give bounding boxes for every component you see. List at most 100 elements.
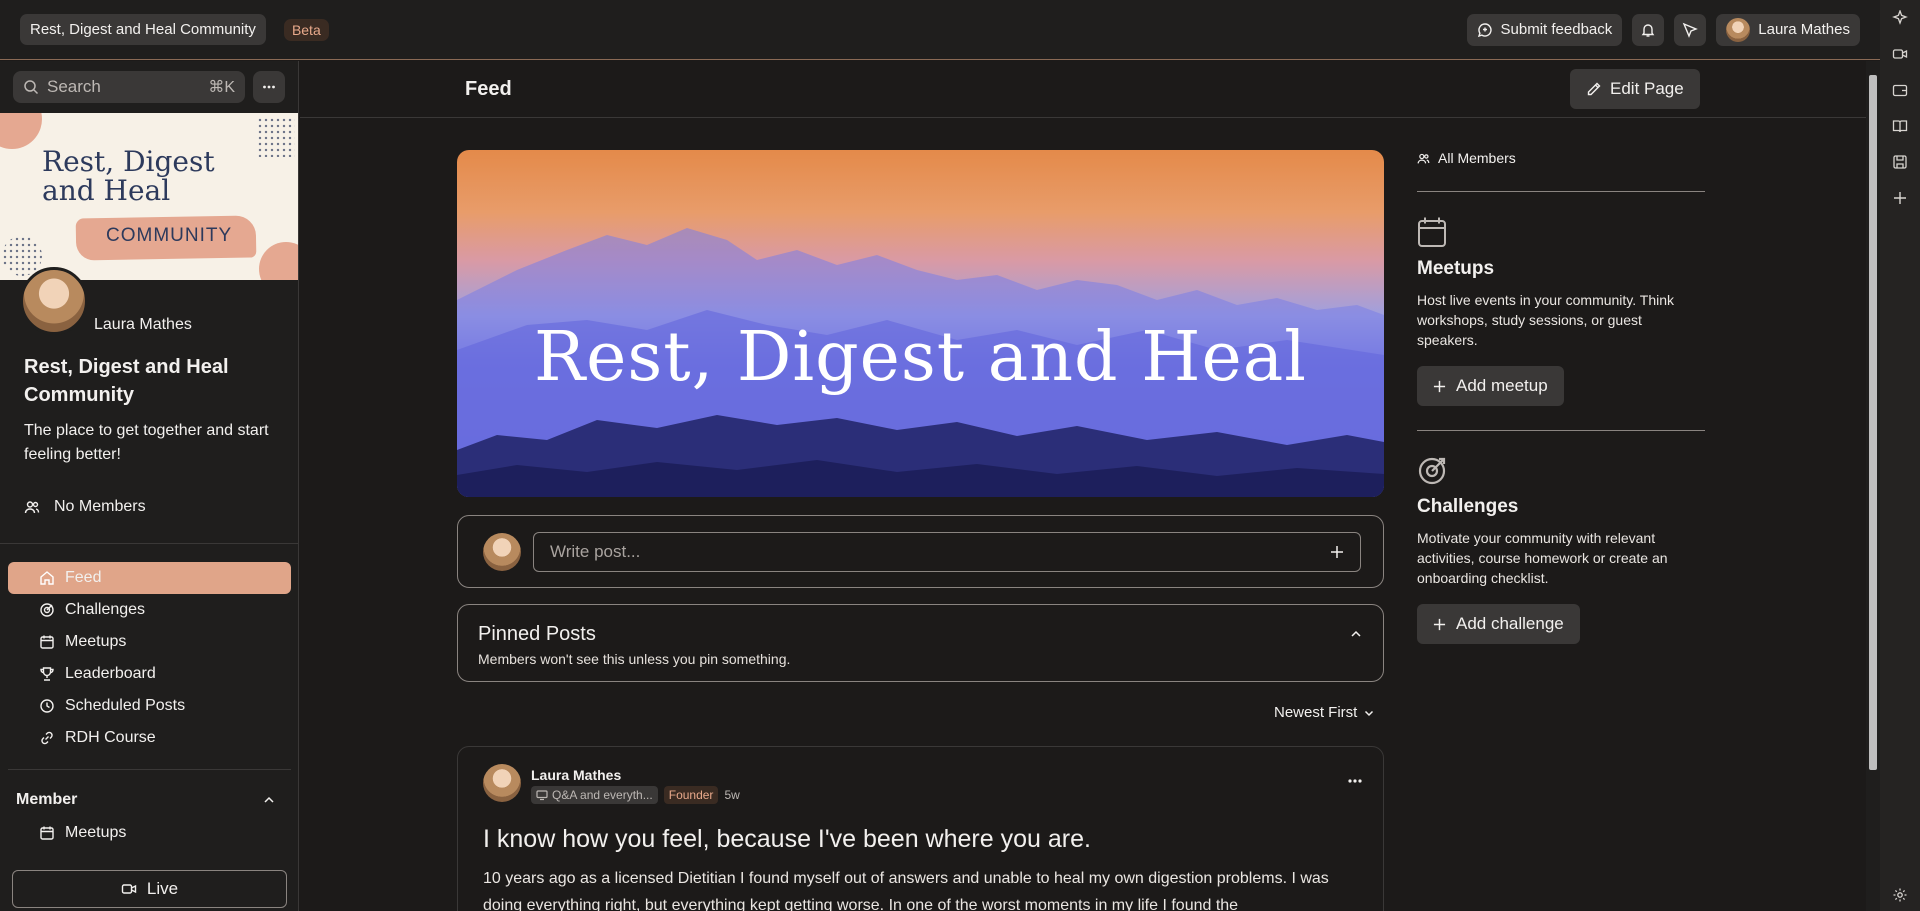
save-icon[interactable] [1890, 152, 1910, 172]
post-card[interactable]: Laura Mathes Q&A and everyth... Founder … [457, 746, 1384, 911]
meetups-description: Host live events in your community. Thin… [1417, 292, 1675, 348]
write-post-placeholder: Write post... [550, 542, 641, 561]
community-switcher[interactable]: Rest, Digest and Heal Community [20, 14, 266, 45]
live-label: Live [146, 879, 179, 898]
sidebar-item-scheduled-posts[interactable]: Scheduled Posts [8, 690, 291, 722]
sidebar-item-feed[interactable]: Feed [8, 562, 291, 594]
search-placeholder: Search [47, 77, 101, 96]
plus-icon[interactable] [1890, 188, 1910, 208]
sort-dropdown[interactable]: Newest First [1274, 704, 1375, 721]
top-bar-actions: Submit feedback Laura Mathes [1466, 13, 1860, 46]
add-meetup-button[interactable]: Add meetup [1417, 366, 1564, 406]
avatar [1726, 17, 1751, 42]
page-title: Feed [465, 78, 512, 100]
search-input[interactable]: Search ⌘K [13, 71, 245, 103]
post-body: 10 years ago as a licensed Dietitian I f… [483, 870, 1329, 911]
post-category-label: Q&A and everyth... [552, 788, 653, 802]
plus-icon [1433, 618, 1446, 631]
user-menu-button[interactable]: Laura Mathes [1716, 13, 1860, 46]
search-shortcut: ⌘K [208, 79, 235, 96]
chevron-up-icon[interactable] [1349, 627, 1363, 641]
users-icon [24, 499, 40, 515]
ellipsis-icon[interactable] [1347, 773, 1363, 789]
challenges-description: Motivate your community with relevant ac… [1417, 530, 1668, 586]
founder-badge: Founder [663, 786, 719, 804]
submit-feedback-label: Submit feedback [1500, 21, 1613, 38]
divider [8, 769, 291, 770]
community-title: Rest, Digest and Heal Community [24, 356, 229, 406]
sidebar-top: Search ⌘K [0, 61, 298, 113]
target-icon [39, 602, 55, 618]
add-challenge-button[interactable]: Add challenge [1417, 604, 1580, 644]
post-meta: Q&A and everyth... Founder 5w [531, 786, 740, 804]
trophy-icon [39, 666, 55, 682]
wallet-icon[interactable] [1890, 80, 1910, 100]
sparkle-icon[interactable] [1890, 8, 1910, 28]
members-label: No Members [54, 498, 146, 515]
banner-subtitle: COMMUNITY [106, 225, 233, 246]
sidebar-item-challenges[interactable]: Challenges [8, 594, 291, 626]
send-button[interactable] [1674, 13, 1707, 46]
owner-avatar[interactable] [20, 267, 88, 335]
live-button[interactable]: Live [12, 870, 287, 908]
banner-title-line: Rest, Digest [42, 145, 215, 178]
divider [1417, 191, 1705, 192]
edit-page-button[interactable]: Edit Page [1570, 69, 1700, 109]
banner-decoration [2, 236, 42, 276]
plus-icon[interactable] [1330, 545, 1344, 559]
hero-banner: Rest, Digest and Heal [457, 150, 1384, 497]
calendar-icon [39, 825, 55, 841]
sidebar-nav: Feed Challenges Meetups Leaderboard Sche… [8, 562, 291, 754]
sidebar-item-leaderboard[interactable]: Leaderboard [8, 658, 291, 690]
top-bar: Rest, Digest and Heal Community Beta Sub… [0, 0, 1880, 60]
sidebar-item-label: Challenges [65, 601, 146, 618]
plus-icon [1433, 380, 1446, 393]
banner-decoration [259, 242, 298, 280]
write-post-input[interactable]: Write post... [533, 532, 1361, 572]
sidebar-item-meetups[interactable]: Meetups [8, 626, 291, 658]
search-icon [23, 79, 39, 95]
users-icon [1417, 152, 1430, 165]
post-title[interactable]: I know how you feel, because I've been w… [483, 825, 1091, 854]
add-challenge-label: Add challenge [1456, 614, 1564, 633]
add-meetup-label: Add meetup [1456, 376, 1548, 395]
post-author[interactable]: Laura Mathes [531, 767, 621, 783]
sidebar-item-member-meetups[interactable]: Meetups [39, 824, 126, 842]
feedback-icon [1477, 22, 1493, 38]
notifications-button[interactable] [1632, 13, 1665, 46]
avatar [483, 533, 521, 571]
calendar-icon [39, 634, 55, 650]
owner-name[interactable]: Laura Mathes [94, 316, 192, 334]
page-header: Feed Edit Page [300, 61, 1866, 118]
member-section-header[interactable]: Member [16, 791, 276, 809]
all-members-link[interactable]: All Members [1417, 150, 1705, 166]
avatar[interactable] [483, 764, 521, 802]
challenges-title: Challenges [1417, 496, 1519, 517]
compose-box: Write post... [457, 515, 1384, 588]
submit-feedback-button[interactable]: Submit feedback [1466, 13, 1623, 46]
more-options-button[interactable] [253, 71, 285, 103]
send-icon [1682, 22, 1699, 38]
chevron-up-icon [262, 793, 276, 807]
user-name: Laura Mathes [1758, 21, 1850, 38]
sidebar-item-label: Leaderboard [65, 665, 156, 682]
community-banner: Rest, Digest and Heal COMMUNITY [0, 113, 298, 280]
settings-icon[interactable] [1890, 885, 1910, 905]
video-icon[interactable] [1890, 44, 1910, 64]
sidebar-item-label: Meetups [65, 633, 127, 650]
sidebar-item-rdh-course[interactable]: RDH Course [8, 722, 291, 754]
edit-page-label: Edit Page [1610, 79, 1684, 98]
right-rail [1880, 0, 1920, 911]
page-scrollbar[interactable] [1866, 61, 1880, 911]
pinned-posts-title: Pinned Posts [478, 623, 596, 645]
hero-title: Rest, Digest and Heal [533, 318, 1308, 397]
pencil-icon [1586, 81, 1602, 97]
post-category[interactable]: Q&A and everyth... [531, 786, 658, 804]
banner-decoration [257, 117, 295, 157]
members-link[interactable]: No Members [24, 498, 146, 516]
book-icon[interactable] [1890, 116, 1910, 136]
sidebar: Search ⌘K Rest, Digest and Heal COMMUNIT… [0, 61, 299, 911]
calendar-icon [1417, 216, 1705, 248]
pinned-posts-panel[interactable]: Pinned Posts Members won't see this unle… [457, 604, 1384, 682]
scrollbar-thumb[interactable] [1869, 75, 1877, 770]
